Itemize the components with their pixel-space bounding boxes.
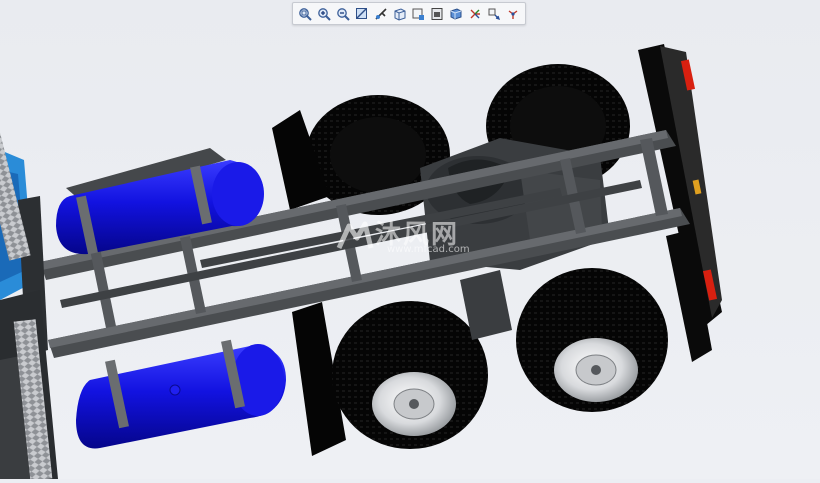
shaded-button[interactable] [447, 4, 466, 23]
spin-center-icon [470, 9, 480, 18]
named-view-button[interactable] [484, 4, 503, 23]
truck-chassis-model[interactable] [0, 0, 820, 481]
view-orient-button[interactable] [390, 4, 409, 23]
datum-display-button[interactable] [503, 4, 522, 23]
named-view-icon [488, 8, 500, 20]
zoom-window-button[interactable] [352, 4, 371, 23]
spin-center-button[interactable] [465, 4, 484, 23]
datum-display-icon [508, 9, 517, 19]
pan-button[interactable] [371, 4, 390, 23]
zoom-out-icon [337, 7, 350, 21]
pan-icon [375, 7, 387, 20]
zoom-fit-icon [299, 7, 313, 21]
model-viewport[interactable]: 沐风网 www.mfcad.com [0, 0, 820, 481]
zoom-fit-button[interactable] [296, 4, 315, 23]
view-toolbar [292, 2, 526, 25]
air-tank-lower [76, 339, 286, 449]
shaded-icon [450, 7, 462, 20]
standard-views-button[interactable] [409, 4, 428, 23]
standard-views-icon [412, 8, 425, 20]
tire-lower-rear [516, 268, 668, 412]
zoom-out-button[interactable] [334, 4, 353, 23]
zoom-in-icon [318, 7, 331, 21]
display-style-button[interactable] [428, 4, 447, 23]
zoom-in-button[interactable] [315, 4, 334, 23]
zoom-window-icon [355, 7, 367, 19]
tire-lower-middle [332, 301, 488, 449]
display-style-icon [431, 7, 443, 20]
view-orient-icon [394, 7, 406, 21]
